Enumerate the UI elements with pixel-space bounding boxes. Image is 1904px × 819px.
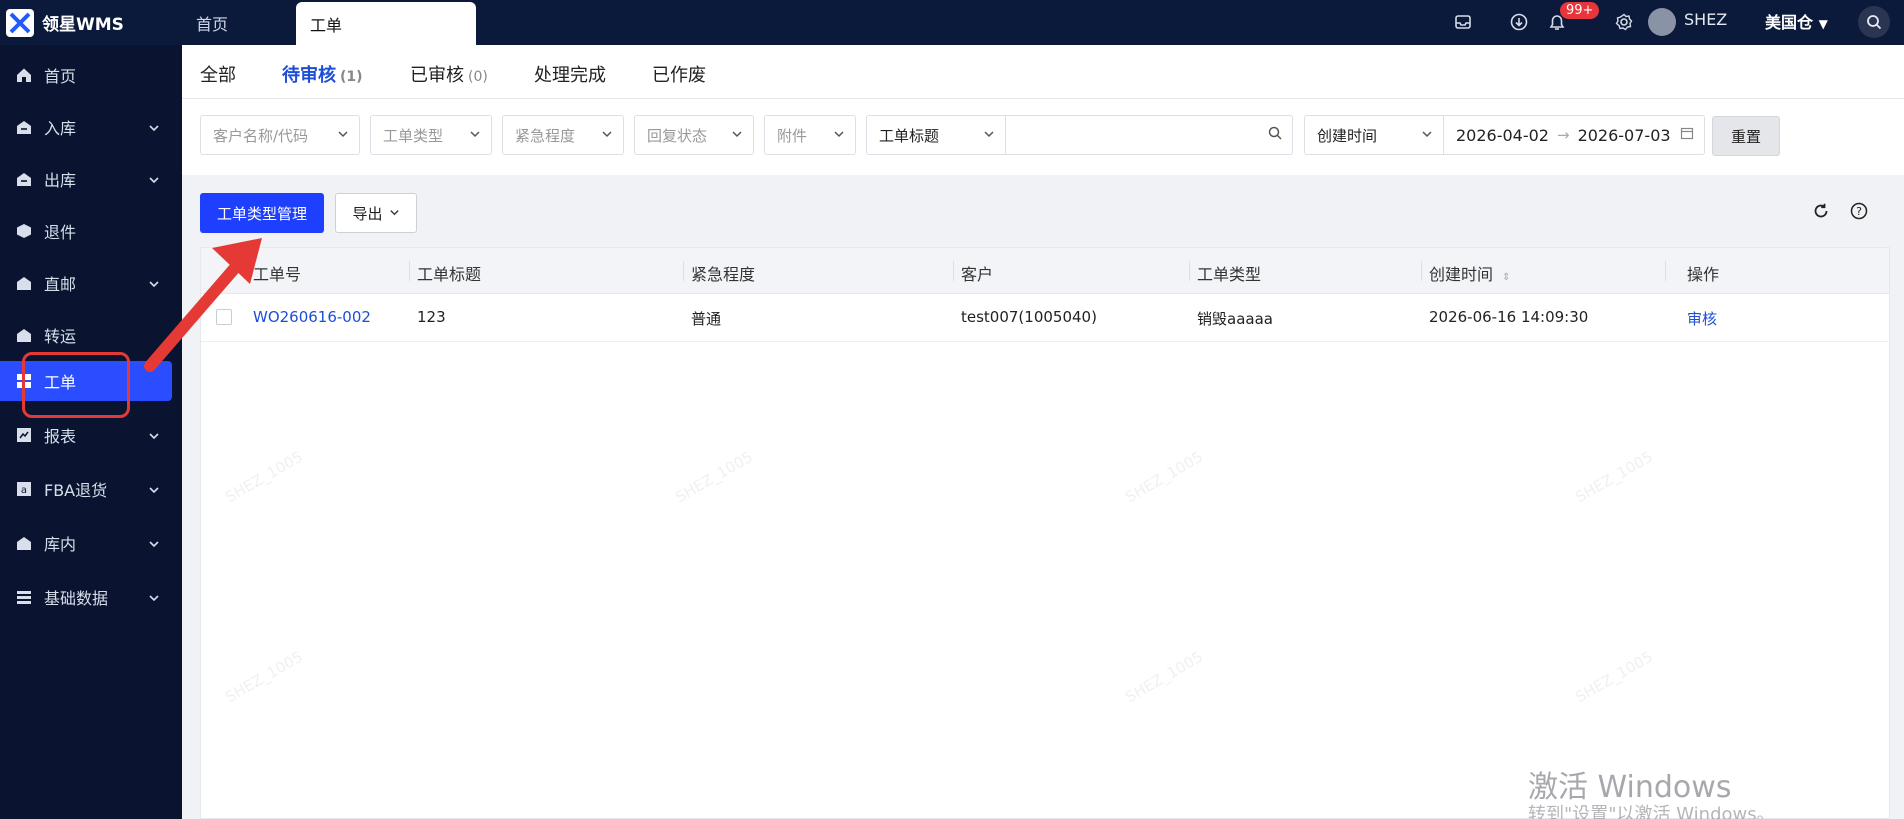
- windows-activation-subtitle: 转到"设置"以激活 Windows。: [1528, 804, 1775, 819]
- annotation-arrow: [144, 238, 262, 372]
